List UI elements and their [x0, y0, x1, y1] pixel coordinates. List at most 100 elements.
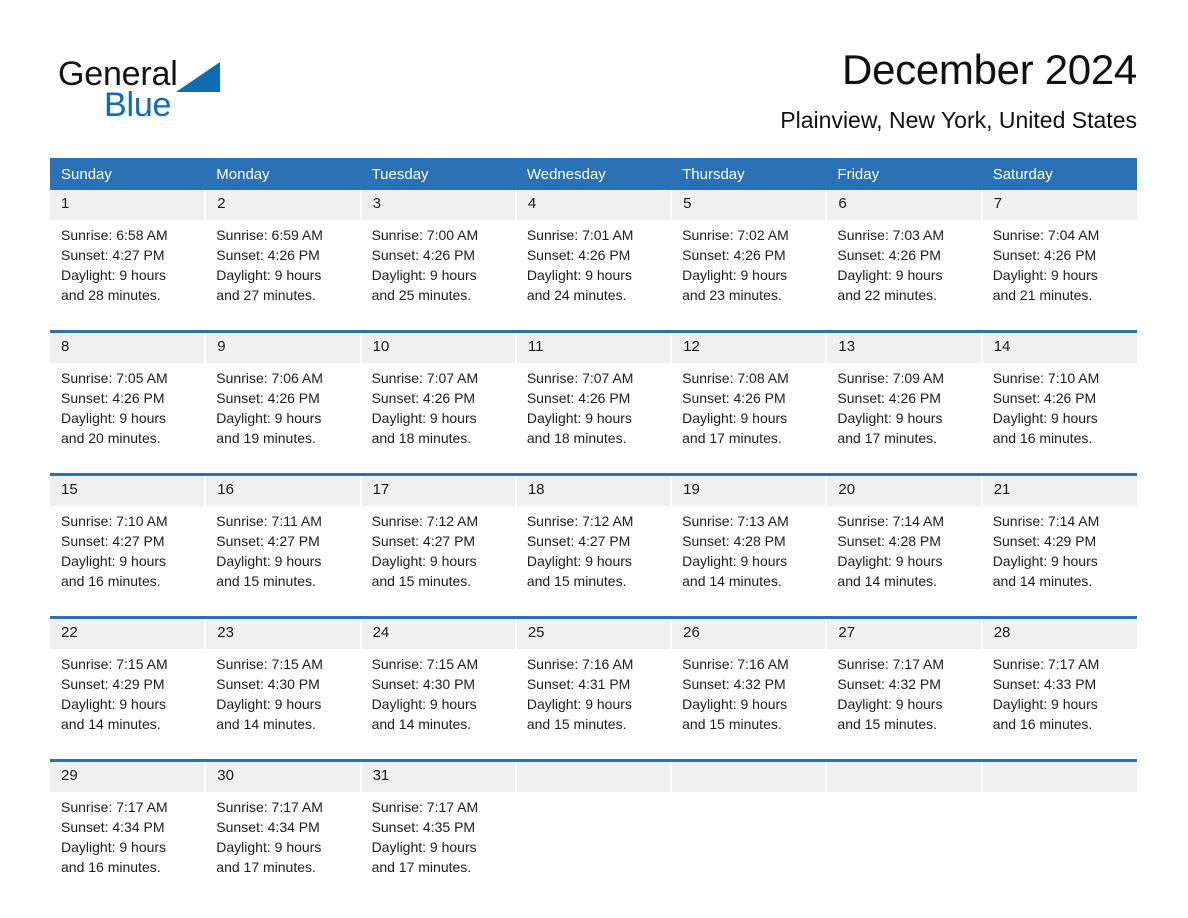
daylight-text-line2: and 15 minutes.: [526, 573, 627, 589]
day-number[interactable]: 23: [204, 616, 361, 649]
sunset-text: Sunset: 4:27 PM: [526, 533, 631, 549]
day-number[interactable]: 13: [825, 330, 982, 363]
sunrise-text: Sunrise: 7:07 AM: [526, 370, 634, 386]
daylight-text-line2: and 22 minutes.: [837, 287, 938, 303]
daylight-text-line1: Daylight: 9 hours: [682, 410, 788, 426]
sunrise-text: Sunrise: 7:16 AM: [682, 656, 789, 672]
day-cell[interactable]: Sunrise: 7:03 AM Sunset: 4:26 PM Dayligh…: [826, 220, 982, 332]
day-cell[interactable]: Sunrise: 7:12 AM Sunset: 4:27 PM Dayligh…: [360, 506, 516, 618]
day-cell[interactable]: Sunrise: 7:02 AM Sunset: 4:26 PM Dayligh…: [671, 220, 827, 332]
day-number[interactable]: 20: [825, 473, 982, 506]
sunrise-text: Sunrise: 7:17 AM: [992, 656, 1100, 672]
day-number[interactable]: 27: [825, 616, 982, 649]
day-number[interactable]: 25: [514, 616, 672, 649]
day-number[interactable]: 21: [980, 473, 1137, 506]
day-cell[interactable]: Sunrise: 7:08 AM Sunset: 4:26 PM Dayligh…: [671, 363, 827, 475]
day-number[interactable]: 29: [50, 759, 206, 792]
day-cell[interactable]: Sunrise: 7:17 AM Sunset: 4:34 PM Dayligh…: [50, 792, 206, 902]
day-number[interactable]: 6: [825, 190, 982, 220]
sunset-text: Sunset: 4:26 PM: [371, 390, 476, 406]
daylight-text-line1: Daylight: 9 hours: [371, 839, 477, 855]
day-cell[interactable]: Sunrise: 6:59 AM Sunset: 4:26 PM Dayligh…: [205, 220, 361, 332]
daylight-text-line1: Daylight: 9 hours: [61, 553, 167, 569]
day-cell[interactable]: Sunrise: 7:06 AM Sunset: 4:26 PM Dayligh…: [205, 363, 361, 475]
daylight-text-line2: and 15 minutes.: [837, 716, 938, 732]
day-cell[interactable]: Sunrise: 7:17 AM Sunset: 4:34 PM Dayligh…: [205, 792, 361, 902]
day-number[interactable]: 1: [50, 190, 206, 220]
daylight-text-line2: and 25 minutes.: [371, 287, 472, 303]
day-cell[interactable]: Sunrise: 7:05 AM Sunset: 4:26 PM Dayligh…: [50, 363, 206, 475]
day-cell[interactable]: Sunrise: 7:16 AM Sunset: 4:31 PM Dayligh…: [515, 649, 672, 761]
daylight-text-line2: and 19 minutes.: [216, 430, 316, 446]
day-number[interactable]: 7: [980, 190, 1137, 220]
day-cell[interactable]: Sunrise: 7:10 AM Sunset: 4:27 PM Dayligh…: [50, 506, 206, 618]
day-cell[interactable]: Sunrise: 7:07 AM Sunset: 4:26 PM Dayligh…: [360, 363, 516, 475]
day-cell[interactable]: Sunrise: 7:15 AM Sunset: 4:30 PM Dayligh…: [205, 649, 361, 761]
sunrise-text: Sunrise: 7:11 AM: [216, 513, 322, 529]
day-number[interactable]: 28: [980, 616, 1137, 649]
day-cell[interactable]: Sunrise: 7:17 AM Sunset: 4:35 PM Dayligh…: [360, 792, 516, 902]
day-number[interactable]: 24: [359, 616, 516, 649]
daylight-text-line1: Daylight: 9 hours: [837, 696, 943, 712]
day-cell-empty: [981, 792, 1137, 902]
week-3-details: Sunrise: 7:10 AM Sunset: 4:27 PM Dayligh…: [50, 506, 1137, 618]
day-number[interactable]: 19: [670, 473, 827, 506]
daylight-text-line2: and 16 minutes.: [992, 430, 1093, 446]
day-cell[interactable]: Sunrise: 7:17 AM Sunset: 4:32 PM Dayligh…: [826, 649, 982, 761]
day-number[interactable]: 17: [359, 473, 516, 506]
sunrise-text: Sunrise: 7:03 AM: [837, 227, 945, 243]
general-blue-logo[interactable]: General Blue: [58, 54, 278, 134]
day-cell[interactable]: Sunrise: 7:04 AM Sunset: 4:26 PM Dayligh…: [981, 220, 1137, 332]
day-number[interactable]: 18: [514, 473, 672, 506]
day-cell[interactable]: Sunrise: 7:00 AM Sunset: 4:26 PM Dayligh…: [360, 220, 516, 332]
daylight-text-line1: Daylight: 9 hours: [371, 267, 477, 283]
sunrise-text: Sunrise: 7:16 AM: [526, 656, 634, 672]
day-cell[interactable]: Sunrise: 7:15 AM Sunset: 4:30 PM Dayligh…: [360, 649, 516, 761]
day-number[interactable]: 30: [204, 759, 361, 792]
daylight-text-line2: and 24 minutes.: [526, 287, 627, 303]
location-subtitle: Plainview, New York, United States: [780, 107, 1137, 133]
day-cell[interactable]: Sunrise: 7:17 AM Sunset: 4:33 PM Dayligh…: [981, 649, 1137, 761]
daylight-text-line1: Daylight: 9 hours: [61, 696, 167, 712]
week-2-details: Sunrise: 7:05 AM Sunset: 4:26 PM Dayligh…: [50, 363, 1137, 475]
daylight-text-line2: and 16 minutes.: [61, 573, 161, 589]
day-cell[interactable]: Sunrise: 7:07 AM Sunset: 4:26 PM Dayligh…: [515, 363, 672, 475]
daylight-text-line1: Daylight: 9 hours: [61, 839, 167, 855]
sunrise-text: Sunrise: 7:07 AM: [371, 370, 479, 386]
day-number[interactable]: 22: [50, 616, 206, 649]
week-5-daynumbers: 29 30 31: [50, 759, 1137, 792]
day-number[interactable]: 8: [50, 330, 206, 363]
day-number[interactable]: 2: [204, 190, 361, 220]
day-cell[interactable]: Sunrise: 7:14 AM Sunset: 4:29 PM Dayligh…: [981, 506, 1137, 618]
day-number[interactable]: 12: [670, 330, 827, 363]
day-cell[interactable]: Sunrise: 7:14 AM Sunset: 4:28 PM Dayligh…: [826, 506, 982, 618]
day-cell[interactable]: Sunrise: 7:13 AM Sunset: 4:28 PM Dayligh…: [671, 506, 827, 618]
day-cell[interactable]: Sunrise: 7:12 AM Sunset: 4:27 PM Dayligh…: [515, 506, 672, 618]
day-number[interactable]: 15: [50, 473, 206, 506]
day-cell[interactable]: Sunrise: 7:11 AM Sunset: 4:27 PM Dayligh…: [205, 506, 361, 618]
day-cell[interactable]: Sunrise: 7:15 AM Sunset: 4:29 PM Dayligh…: [50, 649, 206, 761]
day-cell[interactable]: Sunrise: 7:01 AM Sunset: 4:26 PM Dayligh…: [515, 220, 672, 332]
day-cell[interactable]: Sunrise: 7:09 AM Sunset: 4:26 PM Dayligh…: [826, 363, 982, 475]
day-number[interactable]: 16: [204, 473, 361, 506]
day-cell-empty: [826, 792, 982, 902]
sunset-text: Sunset: 4:26 PM: [526, 247, 631, 263]
day-number[interactable]: 14: [980, 330, 1137, 363]
day-cell[interactable]: Sunrise: 6:58 AM Sunset: 4:27 PM Dayligh…: [50, 220, 206, 332]
day-number[interactable]: 5: [670, 190, 827, 220]
day-number[interactable]: 10: [359, 330, 516, 363]
day-number[interactable]: 11: [514, 330, 672, 363]
day-number[interactable]: 26: [670, 616, 827, 649]
day-number[interactable]: 31: [359, 759, 516, 792]
sunrise-text: Sunrise: 7:17 AM: [61, 799, 168, 815]
sunset-text: Sunset: 4:26 PM: [837, 247, 941, 263]
sunset-text: Sunset: 4:30 PM: [371, 676, 476, 692]
day-number[interactable]: 4: [514, 190, 672, 220]
daylight-text-line2: and 18 minutes.: [371, 430, 472, 446]
day-cell[interactable]: Sunrise: 7:16 AM Sunset: 4:32 PM Dayligh…: [671, 649, 827, 761]
day-number[interactable]: 3: [359, 190, 516, 220]
daylight-text-line1: Daylight: 9 hours: [526, 553, 632, 569]
day-number[interactable]: 9: [204, 330, 361, 363]
day-cell[interactable]: Sunrise: 7:10 AM Sunset: 4:26 PM Dayligh…: [981, 363, 1137, 475]
daylight-text-line1: Daylight: 9 hours: [216, 839, 322, 855]
